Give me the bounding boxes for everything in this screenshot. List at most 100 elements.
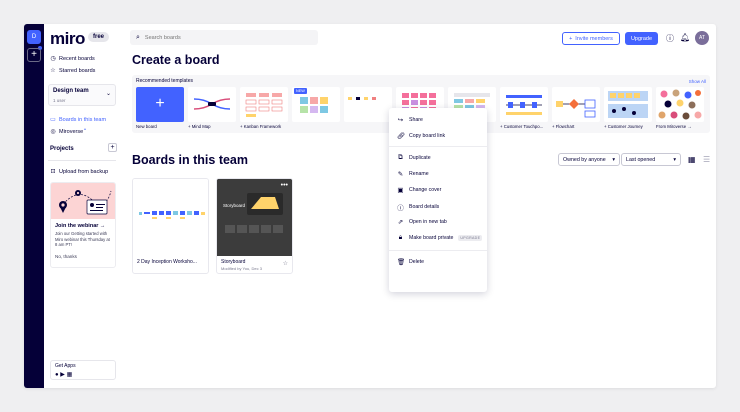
star-icon[interactable]: ☆ [283,260,288,267]
template-flowchart[interactable]: + Flowchart [552,87,600,129]
projects-heading: Projects [50,146,74,152]
miroverse-icon: ◎ [50,129,56,135]
menu-item-delete[interactable]: 🗑︎ Delete [397,258,424,266]
workspace-switcher[interactable]: D [27,30,41,44]
menu-item-rename[interactable]: ✎ Rename [397,170,429,178]
sidebar-item-boards-in-team[interactable]: ▭ Boards in this team [50,116,107,124]
plus-icon: + [569,35,573,42]
image-icon: ▣ [397,187,404,194]
star-icon: ☆ [50,68,56,74]
external-link-icon: ⇗ [397,219,404,226]
template-mind-map[interactable]: + Mind Map [188,87,236,129]
pencil-icon: ✎ [397,171,404,178]
menu-item-make-private[interactable]: 🔒︎ Make board private UPGRADE [397,234,483,242]
sidebar: miro free ◷ Recent boards ☆ Starred boar… [44,24,126,388]
template-label: From Miroverse → [656,124,692,129]
promo-title-link[interactable]: Join the webinar → [55,223,111,229]
share-icon: ↪ [397,117,404,124]
template-partially-hidden[interactable] [344,87,392,124]
menu-item-label: Rename [409,171,429,177]
recommended-templates-label: Recommended templates [136,78,193,84]
invite-label: Invite members [575,35,613,42]
sidebar-item-label: Upload from backup [59,168,109,175]
promo-description: Join our Getting started with Miro webin… [55,231,110,248]
sort-dropdown[interactable]: Last opened ▾ [621,153,681,166]
menu-item-label: Share [409,117,423,123]
add-workspace-button[interactable]: + [27,48,41,62]
team-selector[interactable]: Design team 1 user ⌄ [48,84,116,106]
board-card[interactable]: Storyboard ••• Storyboard Modified by Yo… [216,178,293,274]
template-customer-touchpoint[interactable]: + Customer Touchpo... [500,87,548,129]
board-title: Storyboard [221,259,246,265]
chevron-down-icon: ▾ [612,156,615,163]
search-icon: ⌕ [136,33,140,41]
workspace-rail: D + [24,24,44,388]
search-input[interactable] [144,34,305,41]
windows-icon[interactable]: ▦ [67,372,73,378]
trash-icon: 🗑︎ [397,259,406,266]
more-options-icon[interactable]: ••• [281,182,288,189]
search-bar[interactable]: ⌕ [130,30,318,45]
list-view-icon[interactable]: ☰ [703,155,710,164]
sidebar-item-miroverse[interactable]: ◎ Miroverse • [50,126,86,136]
template-kanban[interactable]: + Kanban Framework [240,87,288,129]
board-modified: Modified by You, Dec 3 [221,266,262,271]
template-thumbnail [656,87,704,122]
help-icon[interactable]: ⓘ [666,33,674,44]
template-label: + Kanban Framework [240,124,282,129]
menu-item-label: Copy board link [409,133,446,139]
template-label: + Flowchart [552,124,575,129]
sidebar-item-starred[interactable]: ☆ Starred boards [50,67,96,75]
sidebar-item-label: Miroverse [59,128,84,135]
miro-logo[interactable]: miro [50,29,85,49]
get-apps-box[interactable]: Get Apps ● ▶ ▦ [50,360,116,380]
template-label: + Customer Touchpo... [500,124,544,129]
invite-members-button[interactable]: + Invite members [562,32,620,45]
owner-filter-dropdown[interactable]: Owned by anyone ▾ [558,153,620,166]
sidebar-item-recent[interactable]: ◷ Recent boards [50,55,95,63]
upload-from-backup-link[interactable]: ⊡ Upload from backup [50,168,109,176]
apple-icon[interactable]: ● [55,372,59,378]
template-from-miroverse[interactable]: From Miroverse → [656,87,704,129]
menu-item-duplicate[interactable]: ⧉ Duplicate [397,154,430,162]
upgrade-badge: UPGRADE [458,235,483,241]
show-all-link[interactable]: Show All [689,79,706,84]
app-window: D + miro free ◷ Recent boards ☆ Starred … [24,24,716,388]
new-tag: NEW [294,88,307,94]
sidebar-item-label: Starred boards [59,67,96,74]
plan-badge: free [88,32,110,42]
grid-view-icon[interactable]: ▦ [688,155,696,164]
menu-item-change-cover[interactable]: ▣ Change cover [397,186,441,194]
template-thumbnail [552,87,600,122]
menu-item-copy-link[interactable]: 🔗︎ Copy board link [397,132,445,140]
board-card[interactable]: 2 Day Inception Worksho... [132,178,209,274]
chevron-down-icon: ⌄ [105,91,111,97]
promo-dismiss-link[interactable]: No, thanks [55,254,111,259]
menu-item-label: Delete [409,259,424,265]
board-icon: ▭ [50,117,56,123]
template-new-item[interactable]: NEW [292,87,340,124]
link-icon: 🔗︎ [397,133,406,140]
sidebar-item-label: Boards in this team [59,116,107,123]
board-context-menu: ↪ Share 🔗︎ Copy board link ⧉ Duplicate ✎… [389,108,487,292]
main-content: ⌕ + Invite members Upgrade ⓘ 🔔︎ AT Creat… [126,24,716,388]
sort-value: Last opened [626,156,656,163]
get-apps-label: Get Apps [55,363,76,369]
play-store-icon[interactable]: ▶ [60,372,65,378]
template-new-board[interactable]: + New board [136,87,184,129]
sidebar-item-label: Recent boards [59,55,95,62]
template-label: New board [136,124,157,129]
menu-item-board-details[interactable]: ⓘ Board details [397,202,439,212]
menu-item-open-new-tab[interactable]: ⇗ Open in new tab [397,218,447,226]
add-project-button[interactable]: + [108,143,117,152]
avatar[interactable]: AT [695,31,709,45]
app-store-icons: ● ▶ ▦ [55,371,72,378]
new-dot-icon: • [84,126,86,133]
board-thumbnail: Storyboard ••• [217,179,292,256]
lock-icon: 🔒︎ [398,234,403,241]
template-customer-journey[interactable]: + Customer Journey [604,87,652,129]
bell-icon[interactable]: 🔔︎ [680,33,690,42]
menu-item-share[interactable]: ↪ Share [397,116,423,124]
upgrade-button[interactable]: Upgrade [625,32,658,45]
divider [48,160,116,161]
